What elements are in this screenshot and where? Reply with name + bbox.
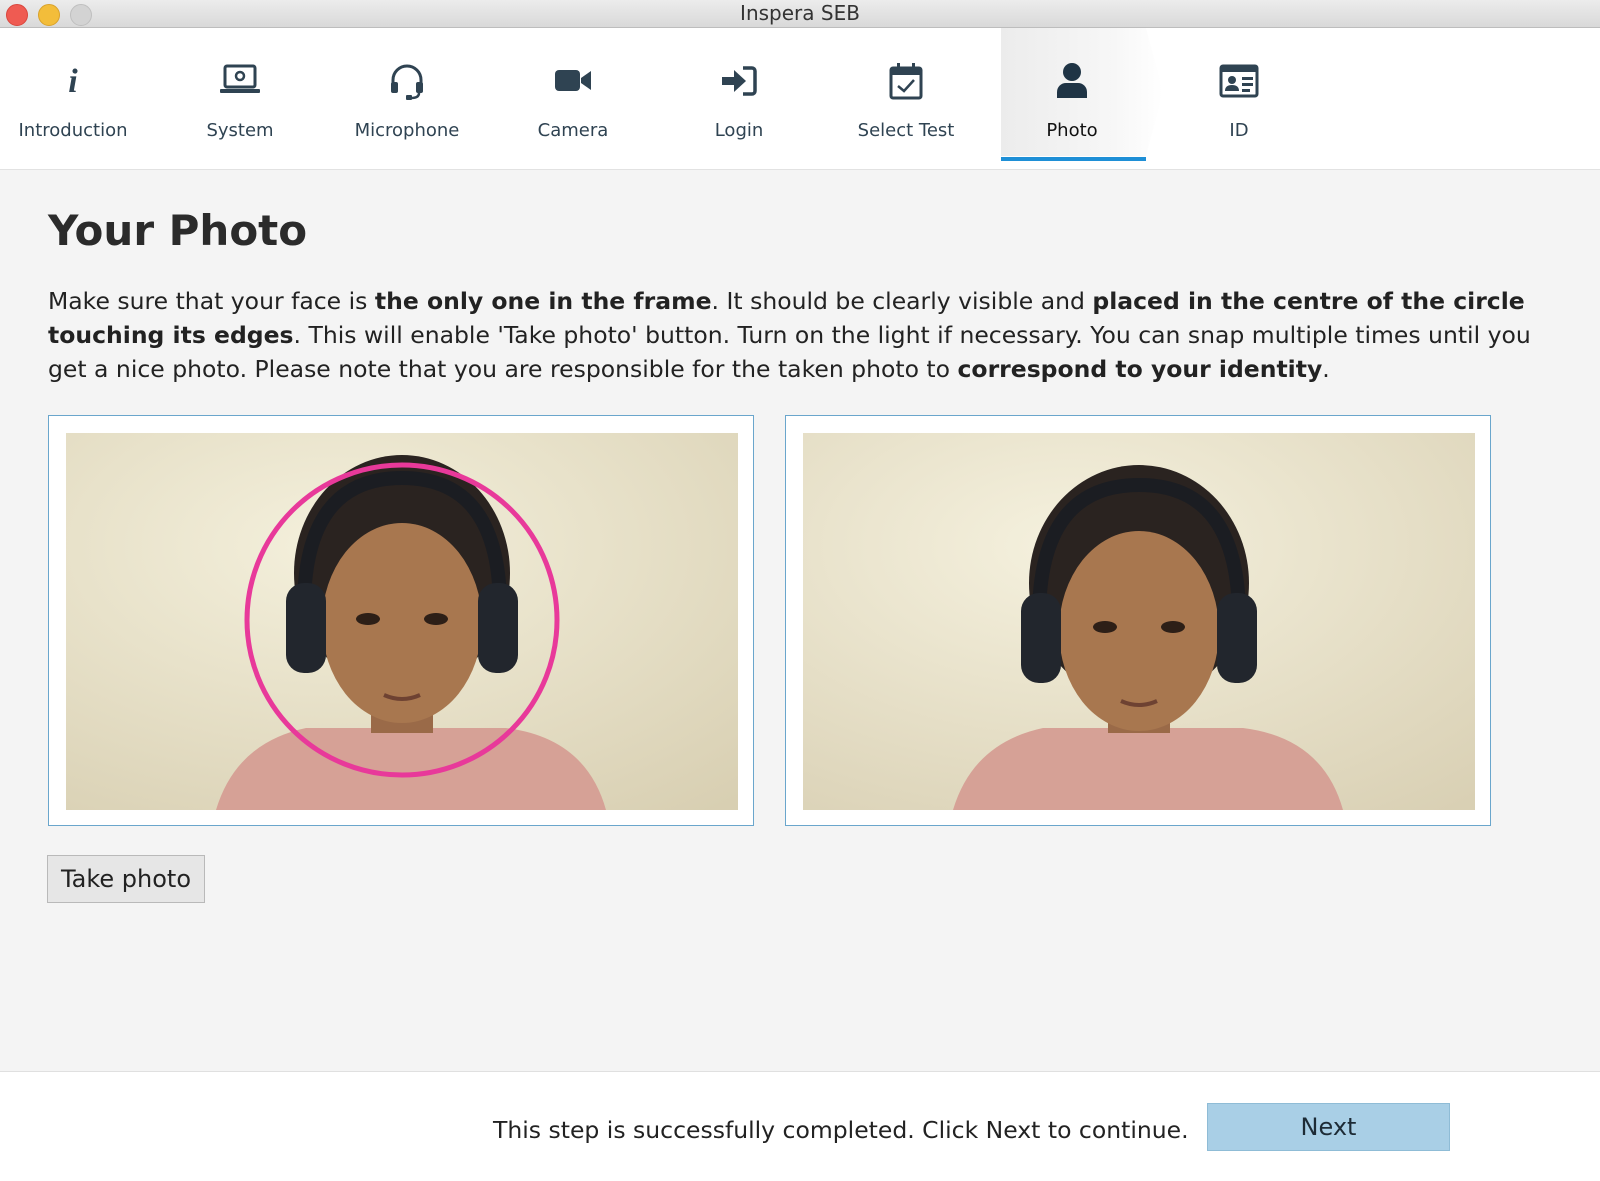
laptop-icon [218,60,262,102]
page-title: Your Photo [48,206,308,255]
step-login[interactable]: Login [664,28,814,169]
step-system[interactable]: System [165,28,315,169]
step-label: System [206,120,274,141]
window-titlebar: Inspera SEB [0,0,1600,28]
svg-text:i: i [68,63,78,100]
step-label: Microphone [354,120,460,141]
intro-text-1: Make sure that your face is [48,287,375,315]
step-introduction[interactable]: i Introduction [0,28,148,169]
intro-bold-3: correspond to your identity [957,355,1323,383]
step-id[interactable]: ID [1164,28,1314,169]
take-photo-button[interactable]: Take photo [47,855,205,903]
captured-photo-panel [785,415,1491,826]
step-label: Photo [1046,120,1098,141]
video-camera-icon [551,60,595,102]
calendar-check-icon [884,60,928,102]
step-label: Select Test [857,120,955,141]
step-select-test[interactable]: Select Test [831,28,981,169]
step-photo[interactable]: Photo [997,28,1147,169]
step-label: ID [1229,120,1249,141]
step-label: Introduction [18,120,128,141]
window-title: Inspera SEB [740,1,860,25]
step-label: Login [714,120,764,141]
id-card-icon [1217,60,1261,102]
headset-icon [385,60,429,102]
camera-preview-panel [48,415,754,826]
info-icon: i [51,60,95,102]
footer-bar: This step is successfully completed. Cli… [0,1071,1600,1181]
intro-text-4: . [1322,355,1330,383]
intro-bold-1: the only one in the frame [374,287,712,315]
step-status-text: This step is successfully completed. Cli… [493,1116,1189,1144]
instructions-text: Make sure that your face is the only one… [48,284,1548,386]
next-button[interactable]: Next [1207,1103,1450,1151]
sign-in-icon [717,60,761,102]
step-camera[interactable]: Camera [498,28,648,169]
captured-photo [803,433,1475,810]
intro-text-2: . It should be clearly visible and [711,287,1093,315]
step-label: Camera [537,120,609,141]
user-icon [1050,60,1094,102]
step-microphone[interactable]: Microphone [332,28,482,169]
camera-preview [66,433,738,810]
